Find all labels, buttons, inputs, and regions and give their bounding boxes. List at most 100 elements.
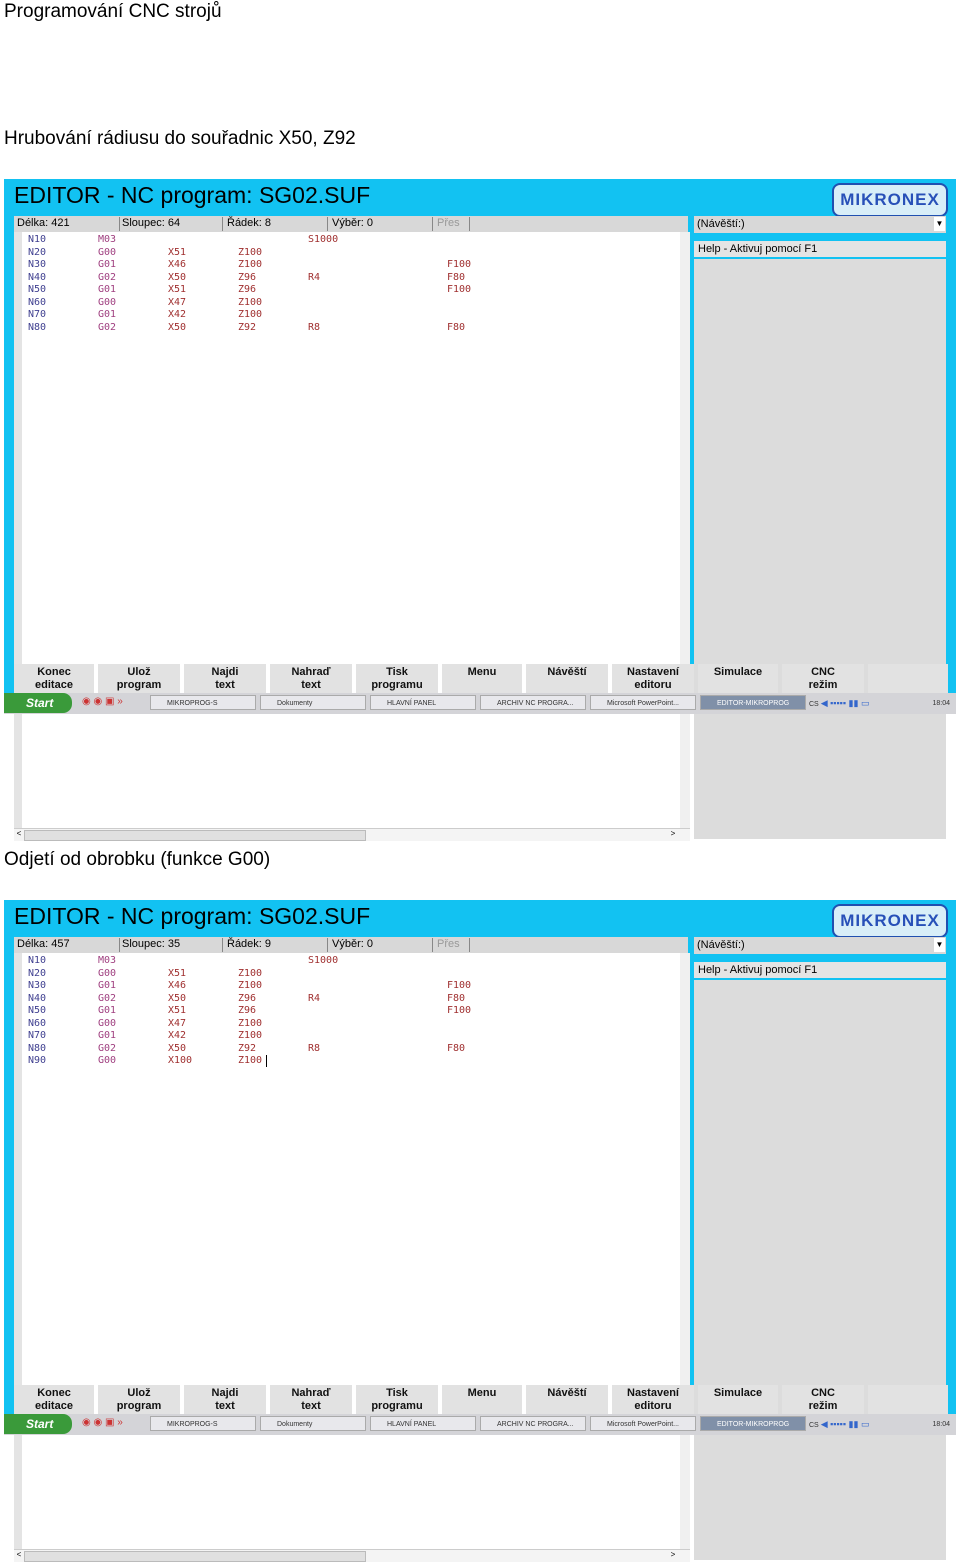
- taskbar-item[interactable]: HLAVNÍ PANEL: [370, 1416, 476, 1431]
- code-word: F80: [447, 992, 466, 1004]
- taskbar-item[interactable]: Microsoft PowerPoint...: [590, 1416, 696, 1431]
- function-button[interactable]: Simulace: [698, 664, 778, 693]
- taskbar-item[interactable]: Dokumenty: [260, 1416, 366, 1431]
- quicklaunch-icons[interactable]: ◉ ◉ ▣ »: [82, 1417, 123, 1428]
- tray-icons[interactable]: ◀ ▪▪▪▪▪ ▮▮ ▭: [821, 1419, 870, 1429]
- function-button[interactable]: Konec editace: [14, 664, 94, 693]
- code-editor[interactable]: N10 M03 S1000 N20 G00 X51 Z100 N30 G01 X46 Z100 F10…: [14, 232, 680, 828]
- tray-icons[interactable]: ◀ ▪▪▪▪▪ ▮▮ ▭: [821, 698, 870, 708]
- function-button[interactable]: Simulace: [698, 1385, 778, 1414]
- taskbar-item[interactable]: EDITOR-MIKROPROG: [700, 695, 806, 710]
- system-tray: CS ◀ ▪▪▪▪▪ ▮▮ ▭ 18:04: [809, 694, 956, 713]
- function-button[interactable]: Najdi text: [184, 1385, 266, 1414]
- help-label: Help - Aktivuj pomocí F1: [694, 241, 946, 257]
- code-word: N30: [28, 259, 47, 270]
- function-button[interactable]: Nahraď text: [270, 1385, 352, 1414]
- code-word: G01: [98, 1005, 117, 1016]
- function-button[interactable]: Tisk programu: [356, 664, 438, 693]
- taskbar-item[interactable]: HLAVNÍ PANEL: [370, 695, 476, 710]
- code-word: F80: [447, 271, 466, 283]
- code-word: Z96: [238, 271, 257, 283]
- function-button[interactable]: [868, 664, 948, 693]
- scroll-left-icon[interactable]: <: [14, 1550, 24, 1559]
- code-word: G00: [98, 296, 117, 308]
- code-word: G00: [98, 246, 117, 258]
- code-word: X50: [168, 321, 187, 333]
- quicklaunch-icons[interactable]: ◉ ◉ ▣ »: [82, 696, 123, 707]
- vertical-scrollbar[interactable]: [680, 232, 690, 828]
- function-button[interactable]: Ulož program: [98, 664, 180, 693]
- code-word: N20: [28, 246, 47, 258]
- start-button[interactable]: Start: [4, 1414, 72, 1434]
- taskbar-item[interactable]: Dokumenty: [260, 695, 366, 710]
- code-word: X42: [168, 1030, 187, 1041]
- function-button[interactable]: CNC režim: [782, 1385, 864, 1414]
- horizontal-scrollbar[interactable]: < >: [14, 1549, 690, 1562]
- label-dropdown[interactable]: (Návěští:) ▼: [694, 216, 946, 233]
- code-word: X51: [168, 967, 187, 979]
- code-word: X46: [168, 980, 187, 991]
- scroll-right-icon[interactable]: >: [668, 829, 678, 838]
- function-button[interactable]: [868, 1385, 948, 1414]
- code-word: G01: [98, 1030, 117, 1041]
- chevron-down-icon[interactable]: ▼: [934, 938, 945, 952]
- function-button[interactable]: Návěští: [526, 1385, 608, 1414]
- code-word: N50: [28, 284, 47, 295]
- code-word: Z92: [238, 1042, 257, 1054]
- function-button[interactable]: Ulož program: [98, 1385, 180, 1414]
- taskbar-item[interactable]: MIKROPROG-S: [150, 695, 256, 710]
- function-button[interactable]: Nastavení editoru: [612, 1385, 694, 1414]
- code-word: S1000: [308, 955, 339, 966]
- function-button[interactable]: Nastavení editoru: [612, 664, 694, 693]
- code-word: N70: [28, 309, 47, 320]
- taskbar-item[interactable]: Microsoft PowerPoint...: [590, 695, 696, 710]
- code-word: X51: [168, 246, 187, 258]
- code-editor[interactable]: N10 M03 S1000 N20 G00 X51 Z100 N30 G01 X46 Z100 F10…: [14, 953, 680, 1549]
- vertical-scrollbar[interactable]: [680, 953, 690, 1549]
- code-word: X51: [168, 284, 187, 295]
- taskbar-item[interactable]: MIKROPROG-S: [150, 1416, 256, 1431]
- function-button[interactable]: Tisk programu: [356, 1385, 438, 1414]
- clock: 18:04: [932, 1421, 950, 1428]
- help-panel: [694, 259, 946, 839]
- function-button[interactable]: Návěští: [526, 664, 608, 693]
- scroll-thumb[interactable]: [24, 830, 366, 841]
- horizontal-scrollbar[interactable]: < >: [14, 828, 690, 841]
- chevron-down-icon[interactable]: ▼: [934, 217, 945, 231]
- code-word: Z96: [238, 992, 257, 1004]
- code-word: G01: [98, 309, 117, 320]
- function-button[interactable]: Najdi text: [184, 664, 266, 693]
- code-word: F80: [447, 1042, 466, 1054]
- taskbar-item[interactable]: ARCHIV NC PROGRA...: [480, 695, 586, 710]
- scroll-left-icon[interactable]: <: [14, 829, 24, 838]
- code-word: X50: [168, 1042, 187, 1054]
- code-word: G01: [98, 980, 117, 991]
- code-word: G00: [98, 1055, 117, 1066]
- code-word: M03: [98, 234, 117, 245]
- system-tray: CS ◀ ▪▪▪▪▪ ▮▮ ▭ 18:04: [809, 1415, 956, 1434]
- editor-window: EDITOR - NC program: SG02.SUF MIKRONEX D…: [4, 179, 956, 841]
- label-dropdown[interactable]: (Návěští:) ▼: [694, 937, 946, 954]
- start-button[interactable]: Start: [4, 693, 72, 713]
- function-button[interactable]: Menu: [442, 1385, 522, 1414]
- function-button[interactable]: Konec editace: [14, 1385, 94, 1414]
- scroll-thumb[interactable]: [24, 1551, 366, 1562]
- status-column: Sloupec: 64: [119, 217, 223, 231]
- function-button[interactable]: Menu: [442, 664, 522, 693]
- taskbar-item[interactable]: EDITOR-MIKROPROG: [700, 1416, 806, 1431]
- code-word: Z92: [238, 321, 257, 333]
- document-header: Programování CNC strojů: [4, 1, 222, 22]
- status-length: Délka: 421: [14, 217, 120, 231]
- status-selection: Výběr: 0: [329, 938, 433, 952]
- function-button[interactable]: CNC režim: [782, 664, 864, 693]
- code-word: G00: [98, 967, 117, 979]
- code-word: G02: [98, 992, 117, 1004]
- function-button[interactable]: Nahraď text: [270, 664, 352, 693]
- code-word: Z100: [238, 980, 263, 991]
- code-word: R4: [308, 271, 321, 283]
- language-indicator[interactable]: CS: [809, 701, 819, 708]
- taskbar-item[interactable]: ARCHIV NC PROGRA...: [480, 1416, 586, 1431]
- window-title: EDITOR - NC program: SG02.SUF: [14, 182, 371, 208]
- language-indicator[interactable]: CS: [809, 1422, 819, 1429]
- scroll-right-icon[interactable]: >: [668, 1550, 678, 1559]
